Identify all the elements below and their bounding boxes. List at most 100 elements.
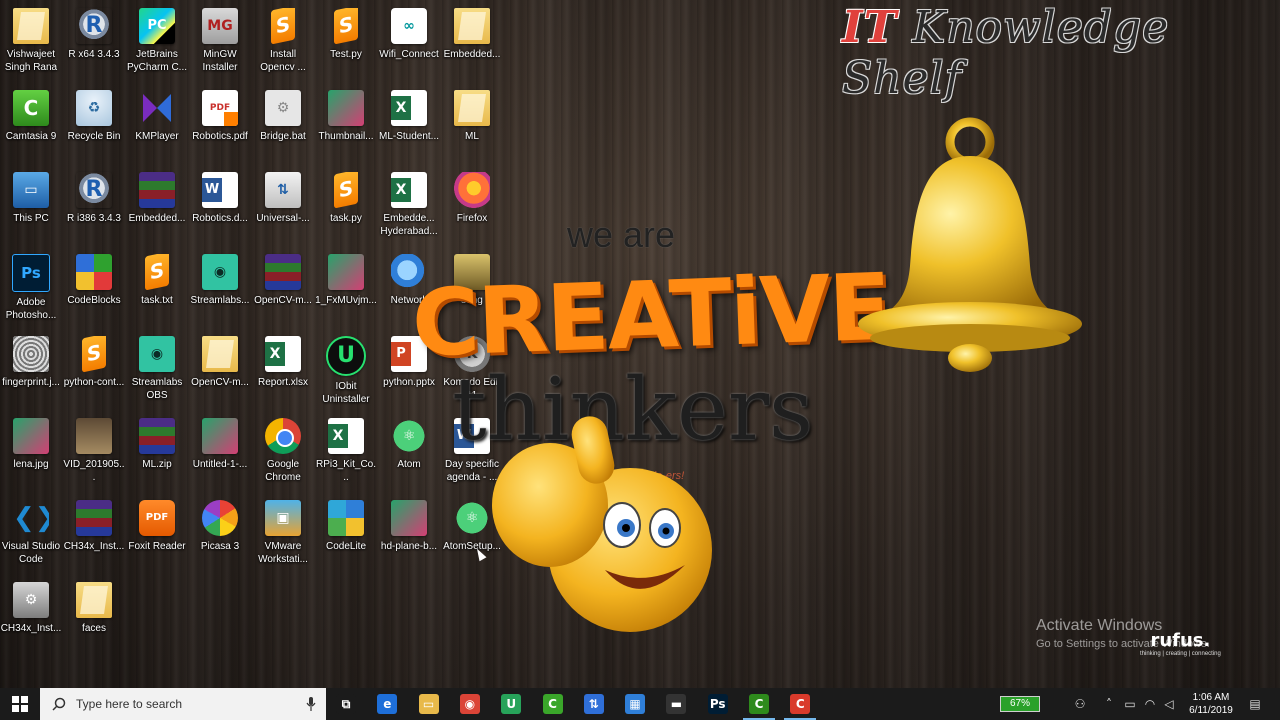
people-icon[interactable]: ⚇ — [1068, 688, 1092, 720]
rufus-logo-text: rufus. — [1150, 630, 1211, 651]
desktop-icon[interactable]: Ps Adobe Photosho... — [0, 250, 62, 330]
desktop-icon[interactable]: task.txt — [126, 250, 188, 330]
desktop-icon-label: CodeBlocks — [67, 295, 121, 306]
taskbar-app[interactable]: ⧉ — [326, 688, 366, 720]
desktop-icon[interactable]: C Camtasia 9 — [0, 86, 62, 166]
desktop-icon[interactable]: PC JetBrains PyCharm C... — [126, 4, 188, 84]
winrar-icon — [139, 172, 175, 208]
desktop-icon[interactable]: ▭ This PC — [0, 168, 62, 248]
desktop-icon[interactable]: Report.xlsx — [252, 332, 314, 412]
desktop-icon[interactable]: ∞ Wifi_Connect — [378, 4, 440, 84]
desktop-icon[interactable]: ML — [441, 86, 503, 166]
desktop-icon[interactable]: ⚛ Atom — [378, 414, 440, 494]
desktop-icon-label: 1_FxMUvjm... — [315, 295, 377, 306]
winrar-icon — [139, 418, 175, 454]
desktop-icon[interactable]: CodeLite — [315, 496, 377, 576]
desktop-icon[interactable]: 1_FxMUvjm... — [315, 250, 377, 330]
desktop-icon[interactable]: ML-Student... — [378, 86, 440, 166]
desktop-icon[interactable]: ▣ VMware Workstati... — [252, 496, 314, 576]
desktop-icon[interactable]: task.py — [315, 168, 377, 248]
desktop-icon[interactable]: Untitled-1-... — [189, 414, 251, 494]
taskbar-app[interactable]: ▭ — [409, 688, 449, 720]
folder-user-icon — [13, 8, 49, 44]
battery-indicator[interactable]: 67% — [998, 688, 1042, 720]
desktop-icon[interactable]: lena.jpg — [0, 414, 62, 494]
taskbar-app[interactable]: ▦ — [615, 688, 655, 720]
desktop-icon[interactable]: hd-plane-b... — [378, 496, 440, 576]
desktop-icon[interactable]: ⚙ Bridge.bat — [252, 86, 314, 166]
taskbar-app[interactable]: ◉ — [450, 688, 490, 720]
taskbar-search-box[interactable]: Type here to search — [40, 688, 326, 720]
taskbar-app[interactable]: C — [739, 688, 779, 720]
excel-icon — [391, 90, 427, 126]
vscode-icon: ❮❯ — [13, 503, 49, 533]
chrome-icon — [265, 418, 301, 454]
desktop-icon[interactable]: ❮❯ Visual Studio Code — [0, 496, 62, 576]
desktop-icon-label: Test.py — [330, 49, 362, 60]
desktop-icon[interactable]: MG MinGW Installer — [189, 4, 251, 84]
taskbar-app[interactable]: C — [533, 688, 573, 720]
mingw-icon: MG — [202, 8, 238, 44]
desktop-icon-label: IObit Uninstaller — [322, 381, 370, 405]
desktop-icon[interactable]: ⚙ CH34x_Inst... — [0, 578, 62, 658]
desktop-icon[interactable]: Vishwajeet Singh Rana — [0, 4, 62, 84]
desktop-icon[interactable]: Embedded... — [441, 4, 503, 84]
chevron-up-icon[interactable]: ˄ — [1098, 688, 1120, 720]
desktop-icon[interactable]: Install Opencv ... — [252, 4, 314, 84]
taskbar-app[interactable]: U — [491, 688, 531, 720]
desktop-icon[interactable]: Thumbnail... — [315, 86, 377, 166]
desktop-icon[interactable]: fingerprint.j... — [0, 332, 62, 412]
desktop-icon[interactable]: ◉ Streamlabs OBS — [126, 332, 188, 412]
taskbar-app[interactable]: ⇅ — [574, 688, 614, 720]
desktop-icon[interactable]: faces — [63, 578, 125, 658]
image-icon — [328, 254, 364, 290]
taskbar-app[interactable]: ▬ — [656, 688, 696, 720]
desktop-icon[interactable]: ⇅ Universal-... — [252, 168, 314, 248]
desktop-icon[interactable]: VID_201905... — [63, 414, 125, 494]
desktop-icon[interactable]: RPi3_Kit_Co... — [315, 414, 377, 494]
taskbar-app[interactable]: Ps — [698, 688, 738, 720]
taskbar-clock[interactable]: 1:06 AM 6/11/2019 — [1176, 688, 1246, 720]
notification-icon[interactable]: ▤ — [1244, 688, 1266, 720]
desktop-icon[interactable]: OpenCV-m... — [189, 332, 251, 412]
desktop-icon[interactable]: Google Chrome — [252, 414, 314, 494]
desktop-icon[interactable]: Firefox — [441, 168, 503, 248]
desktop-icon[interactable]: R R x64 3.4.3 — [63, 4, 125, 84]
desktop-icon[interactable]: U IObit Uninstaller — [315, 332, 377, 412]
taskbar-app[interactable]: e — [367, 688, 407, 720]
camtasia-recorder-icon: C — [749, 694, 769, 714]
desktop-icon[interactable]: PDF Foxit Reader — [126, 496, 188, 576]
chrome-icon: ◉ — [459, 694, 480, 714]
desktop-icon[interactable]: CodeBlocks — [63, 250, 125, 330]
desktop-icon[interactable]: CH34x_Inst... — [63, 496, 125, 576]
desktop-icon-label: Recycle Bin — [67, 131, 121, 142]
desktop-icon[interactable]: Embedded... — [126, 168, 188, 248]
desktop-icon-label: Visual Studio Code — [1, 541, 61, 565]
taskbar-app[interactable]: C — [780, 688, 820, 720]
microphone-icon[interactable] — [306, 697, 316, 711]
vmware-icon: ▣ — [265, 500, 301, 536]
desktop-icon[interactable]: Picasa 3 — [189, 496, 251, 576]
desktop-icon[interactable]: PDF Robotics.pdf — [189, 86, 251, 166]
photoshop-icon: Ps — [12, 254, 50, 292]
desktop-icon[interactable]: ♻ Recycle Bin — [63, 86, 125, 166]
desktop-icon[interactable]: python-cont... — [63, 332, 125, 412]
computer-icon: ▭ — [13, 172, 49, 208]
usb-installer-icon: ⇅ — [265, 172, 301, 208]
desktop-icon[interactable]: KMPlayer — [126, 86, 188, 166]
desktop-icon[interactable]: ◉ Streamlabs... — [189, 250, 251, 330]
desktop-icon[interactable]: R R i386 3.4.3 — [63, 168, 125, 248]
codeblocks-icon — [76, 254, 112, 290]
wallpaper-creative-text: CREATiVE — [410, 253, 892, 378]
bat-file-icon: ⚙ — [265, 90, 301, 126]
desktop-icon[interactable]: ML.zip — [126, 414, 188, 494]
start-button[interactable] — [0, 688, 40, 720]
desktop-icon[interactable]: Embedde... Hyderabad... — [378, 168, 440, 248]
desktop-icon[interactable]: Test.py — [315, 4, 377, 84]
battery-icon[interactable]: ▭ — [1120, 688, 1140, 720]
brand-it-text: IT — [842, 2, 898, 53]
sublime-file-icon — [265, 8, 301, 44]
desktop-icon[interactable]: Robotics.d... — [189, 168, 251, 248]
wifi-icon[interactable]: ◠ — [1140, 688, 1160, 720]
desktop-icon[interactable]: OpenCV-m... — [252, 250, 314, 330]
